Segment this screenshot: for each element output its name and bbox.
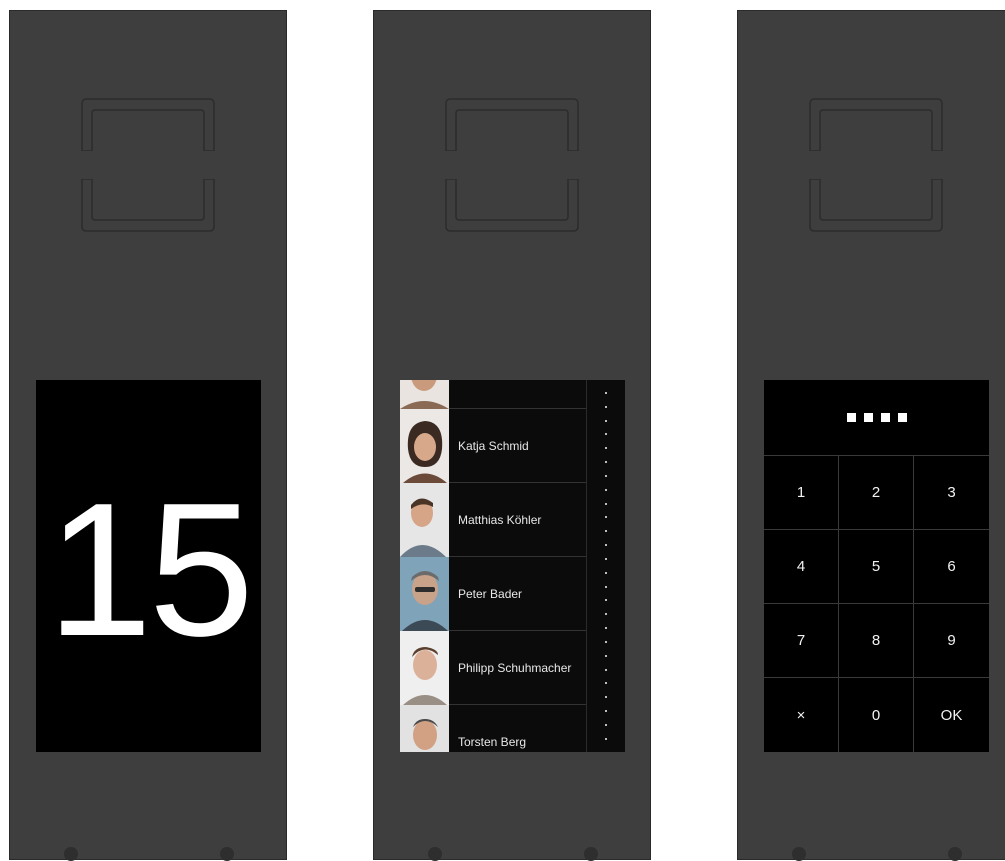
list-item[interactable]: Matthias Köhler	[400, 483, 586, 557]
resident-name: Philipp Schuhmacher	[458, 661, 572, 675]
list-item[interactable]: Peter Bader	[400, 557, 586, 631]
key-3[interactable]: 3	[914, 456, 989, 530]
mount-screw-icon	[64, 847, 78, 861]
list-item[interactable]: Katja Schmid	[400, 409, 586, 483]
key-7[interactable]: 7	[764, 604, 839, 678]
speaker-frame-icon	[443, 179, 581, 233]
intercom-panel-keypad: 1 2 3 4 5 6 7 8 9 × 0 OK	[737, 10, 1005, 861]
pin-dot-icon	[880, 413, 890, 422]
mount-screw-icon	[220, 847, 234, 861]
key-4[interactable]: 4	[764, 530, 839, 604]
key-9[interactable]: 9	[914, 604, 989, 678]
resident-photo	[400, 705, 449, 752]
mount-screw-icon	[792, 847, 806, 861]
intercom-panel-number: 15	[9, 10, 287, 861]
key-8[interactable]: 8	[839, 604, 914, 678]
keypad-screen: 1 2 3 4 5 6 7 8 9 × 0 OK	[764, 380, 989, 752]
number-display-screen[interactable]: 15	[36, 380, 261, 752]
key-1[interactable]: 1	[764, 456, 839, 530]
apartment-number: 15	[46, 464, 254, 676]
resident-list: Katja Schmid Matthias Köhler Peter Bader…	[400, 380, 586, 752]
pin-display	[764, 380, 989, 456]
numeric-keypad: 1 2 3 4 5 6 7 8 9 × 0 OK	[764, 456, 989, 752]
resident-name: Peter Bader	[458, 587, 523, 601]
resident-name: Torsten Berg	[458, 735, 527, 749]
directory-screen: Katja Schmid Matthias Köhler Peter Bader…	[400, 380, 625, 752]
alphabet-index-track	[604, 392, 608, 740]
camera-frame-icon	[807, 97, 945, 151]
resident-photo	[400, 483, 449, 557]
key-5[interactable]: 5	[839, 530, 914, 604]
alphabet-index-bar[interactable]	[586, 380, 625, 752]
speaker-frame-icon	[79, 179, 217, 233]
list-item[interactable]: Philipp Schuhmacher	[400, 631, 586, 705]
pin-dot-icon	[863, 413, 873, 422]
resident-photo	[400, 557, 449, 631]
key-2[interactable]: 2	[839, 456, 914, 530]
resident-name: Katja Schmid	[458, 439, 529, 453]
pin-dot-icon	[846, 413, 856, 422]
resident-name: Matthias Köhler	[458, 513, 542, 527]
ok-button[interactable]: OK	[914, 678, 989, 752]
clear-button[interactable]: ×	[764, 678, 839, 752]
resident-photo	[400, 631, 449, 705]
camera-frame-icon	[79, 97, 217, 151]
list-item[interactable]	[400, 380, 586, 409]
resident-photo	[400, 380, 449, 409]
mount-screw-icon	[584, 847, 598, 861]
camera-frame-icon	[443, 97, 581, 151]
speaker-frame-icon	[807, 179, 945, 233]
key-0[interactable]: 0	[839, 678, 914, 752]
mount-screw-icon	[948, 847, 962, 861]
mount-screw-icon	[428, 847, 442, 861]
list-item[interactable]: Torsten Berg	[400, 705, 586, 752]
intercom-panel-directory: Katja Schmid Matthias Köhler Peter Bader…	[373, 10, 651, 861]
resident-photo	[400, 409, 449, 483]
pin-dot-icon	[897, 413, 907, 422]
key-6[interactable]: 6	[914, 530, 989, 604]
